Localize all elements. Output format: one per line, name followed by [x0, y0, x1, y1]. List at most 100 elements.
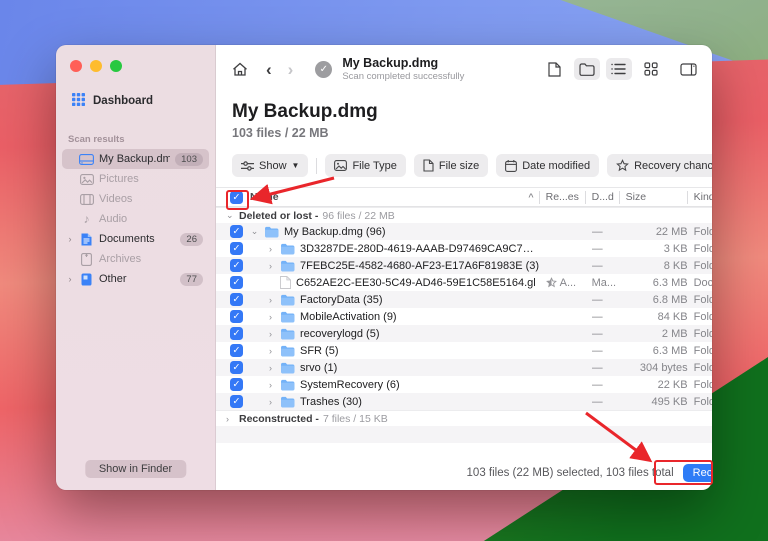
row-checkbox[interactable]: ✓ [230, 378, 243, 391]
chevron-right-icon[interactable]: › [266, 346, 275, 356]
folder-icon [280, 311, 295, 323]
size-cell: 22 KB [626, 379, 688, 391]
chevron-right-icon[interactable]: › [266, 397, 275, 407]
sidebar-item-label: My Backup.dmg [99, 153, 170, 165]
table-row[interactable]: ✓⌄My Backup.dmg (96)—22 MBFolder [216, 223, 712, 240]
table-row[interactable]: ✓›MobileActivation (9)—84 KBFolder [216, 308, 712, 325]
sidebar-item-videos[interactable]: Videos [62, 189, 209, 209]
minimize-button[interactable] [90, 60, 102, 72]
chevron-right-icon[interactable]: › [266, 363, 275, 373]
row-checkbox[interactable]: ✓ [230, 242, 243, 255]
row-checkbox[interactable]: ✓ [230, 259, 243, 272]
page-header: My Backup.dmg 103 files / 22 MB [216, 93, 712, 140]
column-header-kind[interactable]: Kind [694, 191, 712, 204]
size-cell: 6.8 MB [626, 294, 688, 306]
sort-ascending-icon: ^ [528, 192, 533, 202]
sidebar-scan-results-list: My Backup.dmg103 Pictures Videos♪Audio›Doc… [56, 149, 215, 289]
select-all-checkbox[interactable]: ✓ [230, 191, 243, 204]
back-button[interactable]: ‹ [266, 61, 272, 78]
chevron-right-icon[interactable]: › [266, 312, 275, 322]
file-type-filter-button[interactable]: File Type [325, 154, 405, 177]
list-view-icon[interactable] [606, 58, 632, 80]
kind-cell: Folder [694, 328, 712, 340]
table-row[interactable]: ✓›srvo (1)—304 bytesFolder [216, 359, 712, 376]
size-cell: 495 KB [626, 396, 688, 408]
star-icon [616, 159, 629, 172]
row-checkbox[interactable]: ✓ [230, 344, 243, 357]
view-controls [542, 58, 712, 80]
chevron-right-icon[interactable]: › [266, 295, 275, 305]
folder-icon [280, 328, 295, 340]
sidebar-item-pictures[interactable]: Pictures [62, 169, 209, 189]
show-filter-button[interactable]: Show ▼ [232, 154, 308, 177]
table-row[interactable]: ✓C652AE2C-EE30-5C49-AD46-59E1C58E5164.gl… [216, 274, 712, 291]
row-checkbox[interactable]: ✓ [230, 293, 243, 306]
chevron-down-icon[interactable]: ⌄ [250, 226, 259, 237]
folder-icon[interactable] [574, 58, 600, 80]
row-checkbox[interactable]: ✓ [230, 361, 243, 374]
table-row[interactable]: ✓›Trashes (30)—495 KBFolder [216, 393, 712, 410]
file-icon[interactable] [542, 58, 568, 80]
chevron-right-icon[interactable]: › [266, 244, 275, 254]
chevron-right-icon[interactable]: › [266, 329, 275, 339]
table-row[interactable]: ✓›SystemRecovery (6)—22 KBFolder [216, 376, 712, 393]
table-row[interactable]: ✓›7FEBC25E-4582-4680-AF23-E17A6F81983E (… [216, 257, 712, 274]
home-icon[interactable] [232, 62, 248, 77]
kind-cell: Document [694, 277, 712, 289]
desktop: Dashboard Scan results My Backup.dmg103P… [0, 0, 768, 541]
row-checkbox[interactable]: ✓ [230, 225, 243, 238]
empty-row-band [216, 426, 712, 443]
column-header-recovery[interactable]: Re...es [546, 191, 586, 204]
size-cell: 84 KB [626, 311, 688, 323]
chevron-right-icon[interactable]: › [266, 380, 275, 390]
chevron-right-icon[interactable]: › [266, 261, 275, 271]
close-button[interactable] [70, 60, 82, 72]
row-checkbox[interactable]: ✓ [230, 310, 243, 323]
date-modified-filter-button[interactable]: Date modified [496, 154, 599, 177]
file-size-filter-button[interactable]: File size [414, 154, 488, 177]
sidebar-item-label: Pictures [99, 173, 203, 185]
table-row[interactable]: ✓›3D3287DE-280D-4619-AAAB-D97469CA9C71 (… [216, 240, 712, 257]
group-row[interactable]: ⌄Deleted or lost -96 files / 22 MB [216, 207, 712, 223]
video-icon [79, 194, 94, 205]
row-checkbox[interactable]: ✓ [230, 327, 243, 340]
sidebar-item-archives[interactable]: Archives [62, 249, 209, 269]
grid-view-icon[interactable] [638, 58, 664, 80]
column-header-name[interactable]: Name ^ [250, 191, 540, 204]
forward-button[interactable]: › [288, 61, 294, 78]
sidebar-item-dashboard[interactable]: Dashboard [72, 93, 215, 109]
count-badge: 26 [180, 233, 203, 246]
sidebar-item-other[interactable]: ›Other77 [62, 269, 209, 289]
date-modified-cell: — [592, 362, 620, 374]
footer-bar: 103 files (22 MB) selected, 103 files to… [216, 456, 712, 490]
table-row[interactable]: ✓›FactoryData (35)—6.8 MBFolder [216, 291, 712, 308]
recovery-chances-filter-button[interactable]: Recovery chances [607, 154, 712, 177]
column-header-date[interactable]: D...d [592, 191, 620, 204]
file-table-body: ⌄Deleted or lost -96 files / 22 MB✓⌄My B… [216, 207, 712, 426]
row-checkbox[interactable]: ✓ [230, 395, 243, 408]
row-checkbox[interactable]: ✓ [230, 276, 243, 289]
zoom-button[interactable] [110, 60, 122, 72]
group-row[interactable]: ›Reconstructed -7 files / 15 KB [216, 410, 712, 426]
file-name: srvo (1) [300, 362, 337, 374]
file-name: SFR (5) [300, 345, 339, 357]
panel-icon[interactable] [676, 58, 702, 80]
kind-cell: Folder [694, 294, 712, 306]
filter-separator [316, 158, 317, 174]
traffic-lights [56, 45, 215, 72]
document-icon [79, 233, 94, 246]
kind-cell: Folder [694, 260, 712, 272]
table-row[interactable]: ✓›recoverylogd (5)—2 MBFolder [216, 325, 712, 342]
selection-summary: 103 files (22 MB) selected, 103 files to… [467, 467, 674, 479]
size-cell: 8 KB [626, 260, 688, 272]
sidebar-item-audio[interactable]: ♪Audio [62, 209, 209, 229]
sidebar-item-my-backup-dmg[interactable]: My Backup.dmg103 [62, 149, 209, 169]
recover-button[interactable]: Recover [683, 464, 712, 482]
show-in-finder-button[interactable]: Show in Finder [85, 460, 186, 478]
table-row[interactable]: ✓›SFR (5)—6.3 MBFolder [216, 342, 712, 359]
kind-cell: Folder [694, 396, 712, 408]
sidebar-item-label: Audio [99, 213, 203, 225]
folder-icon [280, 345, 295, 357]
sidebar-item-documents[interactable]: ›Documents26 [62, 229, 209, 249]
column-header-size[interactable]: Size [626, 191, 688, 204]
